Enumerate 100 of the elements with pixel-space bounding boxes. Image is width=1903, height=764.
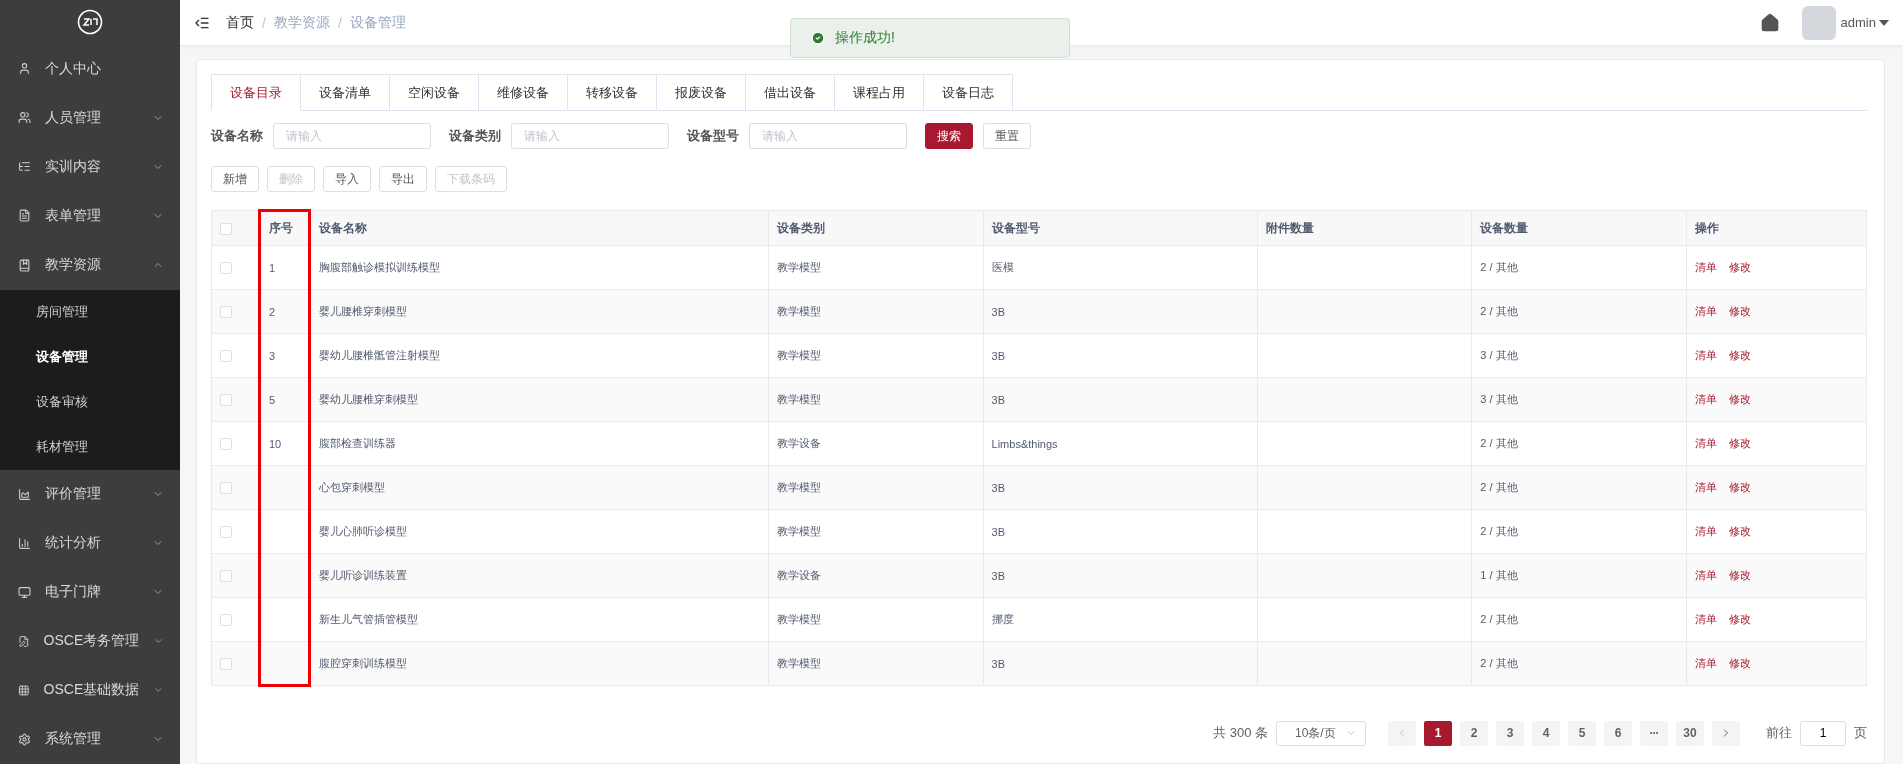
list-link[interactable]: 清单 <box>1695 393 1717 405</box>
page-button[interactable]: 5 <box>1568 720 1596 746</box>
list-link[interactable]: 清单 <box>1695 305 1717 317</box>
row-checkbox[interactable] <box>220 350 232 363</box>
menu-item[interactable]: 人员管理 <box>0 93 180 143</box>
avatar-placeholder[interactable] <box>1801 5 1836 40</box>
table-cell: 婴幼儿腰椎骶管注射模型 <box>309 333 769 378</box>
tab[interactable]: 报废设备 <box>657 74 746 111</box>
table-cell: 教学模型 <box>768 333 984 378</box>
tab[interactable]: 课程占用 <box>835 74 924 111</box>
menu-item[interactable]: 教学资源 <box>0 240 180 290</box>
table-cell: 3 / 其他 <box>1471 333 1687 378</box>
table-cell: 胸腹部触诊模拟训练模型 <box>309 245 769 290</box>
table-cell: 2 / 其他 <box>1471 289 1687 334</box>
filter-input[interactable]: 请输入 <box>511 123 669 149</box>
edit-link[interactable]: 修改 <box>1729 437 1751 449</box>
goto-page-input[interactable]: 1 <box>1800 720 1846 746</box>
edit-link[interactable]: 修改 <box>1729 569 1751 581</box>
page-button[interactable]: 2 <box>1460 720 1488 746</box>
menu-item[interactable]: 统计分析 <box>0 518 180 568</box>
list-link[interactable]: 清单 <box>1695 613 1717 625</box>
row-checkbox[interactable] <box>220 570 232 583</box>
filter-input[interactable]: 请输入 <box>273 123 431 149</box>
goto-suffix: 页 <box>1854 724 1867 742</box>
list-link[interactable]: 清单 <box>1695 349 1717 361</box>
home-icon[interactable] <box>1759 12 1780 33</box>
goto-label: 前往 <box>1766 724 1792 742</box>
row-checkbox[interactable] <box>220 394 232 407</box>
row-checkbox[interactable] <box>220 306 232 319</box>
edit-link[interactable]: 修改 <box>1729 261 1751 273</box>
page-button[interactable]: 6 <box>1604 720 1632 746</box>
tab[interactable]: 转移设备 <box>568 74 657 111</box>
list-link[interactable]: 清单 <box>1695 569 1717 581</box>
page-size-select[interactable]: 10条/页 <box>1276 720 1366 746</box>
tab[interactable]: 设备日志 <box>924 74 1013 111</box>
submenu-item[interactable]: 设备管理 <box>0 334 180 380</box>
menu-item[interactable]: OSCE基础数据 <box>0 665 180 715</box>
tab[interactable]: 空闲设备 <box>390 74 479 111</box>
menu-item-icon <box>18 258 31 272</box>
action-button[interactable]: 导出 <box>379 166 427 192</box>
list-link[interactable]: 清单 <box>1695 657 1717 669</box>
table-cell: 1 <box>259 245 310 290</box>
submenu-item[interactable]: 设备审核 <box>0 379 180 425</box>
filter-label: 设备型号 <box>687 127 739 145</box>
page-button[interactable]: 30 <box>1676 720 1704 746</box>
table-cell: 3B <box>983 465 1258 510</box>
edit-link[interactable]: 修改 <box>1729 305 1751 317</box>
table-cell: 2 / 其他 <box>1471 509 1687 554</box>
tab[interactable]: 维修设备 <box>479 74 568 111</box>
table-cell: 3 / 其他 <box>1471 377 1687 422</box>
row-checkbox[interactable] <box>220 438 232 451</box>
edit-link[interactable]: 修改 <box>1729 393 1751 405</box>
edit-link[interactable]: 修改 <box>1729 613 1751 625</box>
menu-item[interactable]: 系统管理 <box>0 714 180 764</box>
menu-item[interactable]: 电子门牌 <box>0 567 180 617</box>
action-button[interactable]: 导入 <box>323 166 371 192</box>
list-link[interactable]: 清单 <box>1695 261 1717 273</box>
row-checkbox[interactable] <box>220 526 232 539</box>
column-header: 设备数量 <box>1471 210 1687 246</box>
search-button[interactable]: 搜索 <box>925 123 973 149</box>
page-button[interactable]: 4 <box>1532 720 1560 746</box>
row-checkbox[interactable] <box>220 262 232 275</box>
list-link[interactable]: 清单 <box>1695 437 1717 449</box>
page-button[interactable]: 1 <box>1424 720 1452 746</box>
edit-link[interactable]: 修改 <box>1729 657 1751 669</box>
tab[interactable]: 设备清单 <box>301 74 390 111</box>
menu-item[interactable]: 实训内容 <box>0 142 180 192</box>
caret-down-icon[interactable] <box>1879 19 1889 26</box>
table-cell: 婴儿听诊训练装置 <box>309 553 769 598</box>
menu-item[interactable]: 评价管理 <box>0 469 180 519</box>
table-cell: 5 <box>259 377 310 422</box>
reset-button[interactable]: 重置 <box>983 123 1031 149</box>
tab[interactable]: 设备目录 <box>211 74 301 111</box>
menu-item[interactable]: 个人中心 <box>0 44 180 94</box>
table-cell: 教学设备 <box>768 421 984 466</box>
action-button[interactable]: 新增 <box>211 166 259 192</box>
breadcrumb-separator: / <box>262 14 266 31</box>
select-all-checkbox[interactable] <box>220 222 232 235</box>
edit-link[interactable]: 修改 <box>1729 525 1751 537</box>
row-checkbox[interactable] <box>220 482 232 495</box>
row-checkbox[interactable] <box>220 658 232 671</box>
table-cell: 3B <box>983 553 1258 598</box>
column-header: 设备类别 <box>768 210 984 246</box>
edit-link[interactable]: 修改 <box>1729 349 1751 361</box>
toast-message: 操作成功! <box>835 29 895 47</box>
menu-item[interactable]: 表单管理 <box>0 191 180 241</box>
filter-input[interactable]: 请输入 <box>749 123 907 149</box>
edit-link[interactable]: 修改 <box>1729 481 1751 493</box>
user-name[interactable]: admin <box>1840 15 1876 30</box>
row-checkbox[interactable] <box>220 614 232 627</box>
list-link[interactable]: 清单 <box>1695 525 1717 537</box>
more-pages-button[interactable]: ··· <box>1640 720 1668 746</box>
list-link[interactable]: 清单 <box>1695 481 1717 493</box>
tab[interactable]: 借出设备 <box>746 74 835 111</box>
next-page-button[interactable] <box>1712 720 1740 746</box>
submenu-item[interactable]: 耗材管理 <box>0 424 180 470</box>
menu-item[interactable]: OSCE考务管理 <box>0 616 180 666</box>
page-button[interactable]: 3 <box>1496 720 1524 746</box>
submenu-item[interactable]: 房间管理 <box>0 289 180 335</box>
breadcrumb-link[interactable]: 首页 <box>226 13 254 32</box>
